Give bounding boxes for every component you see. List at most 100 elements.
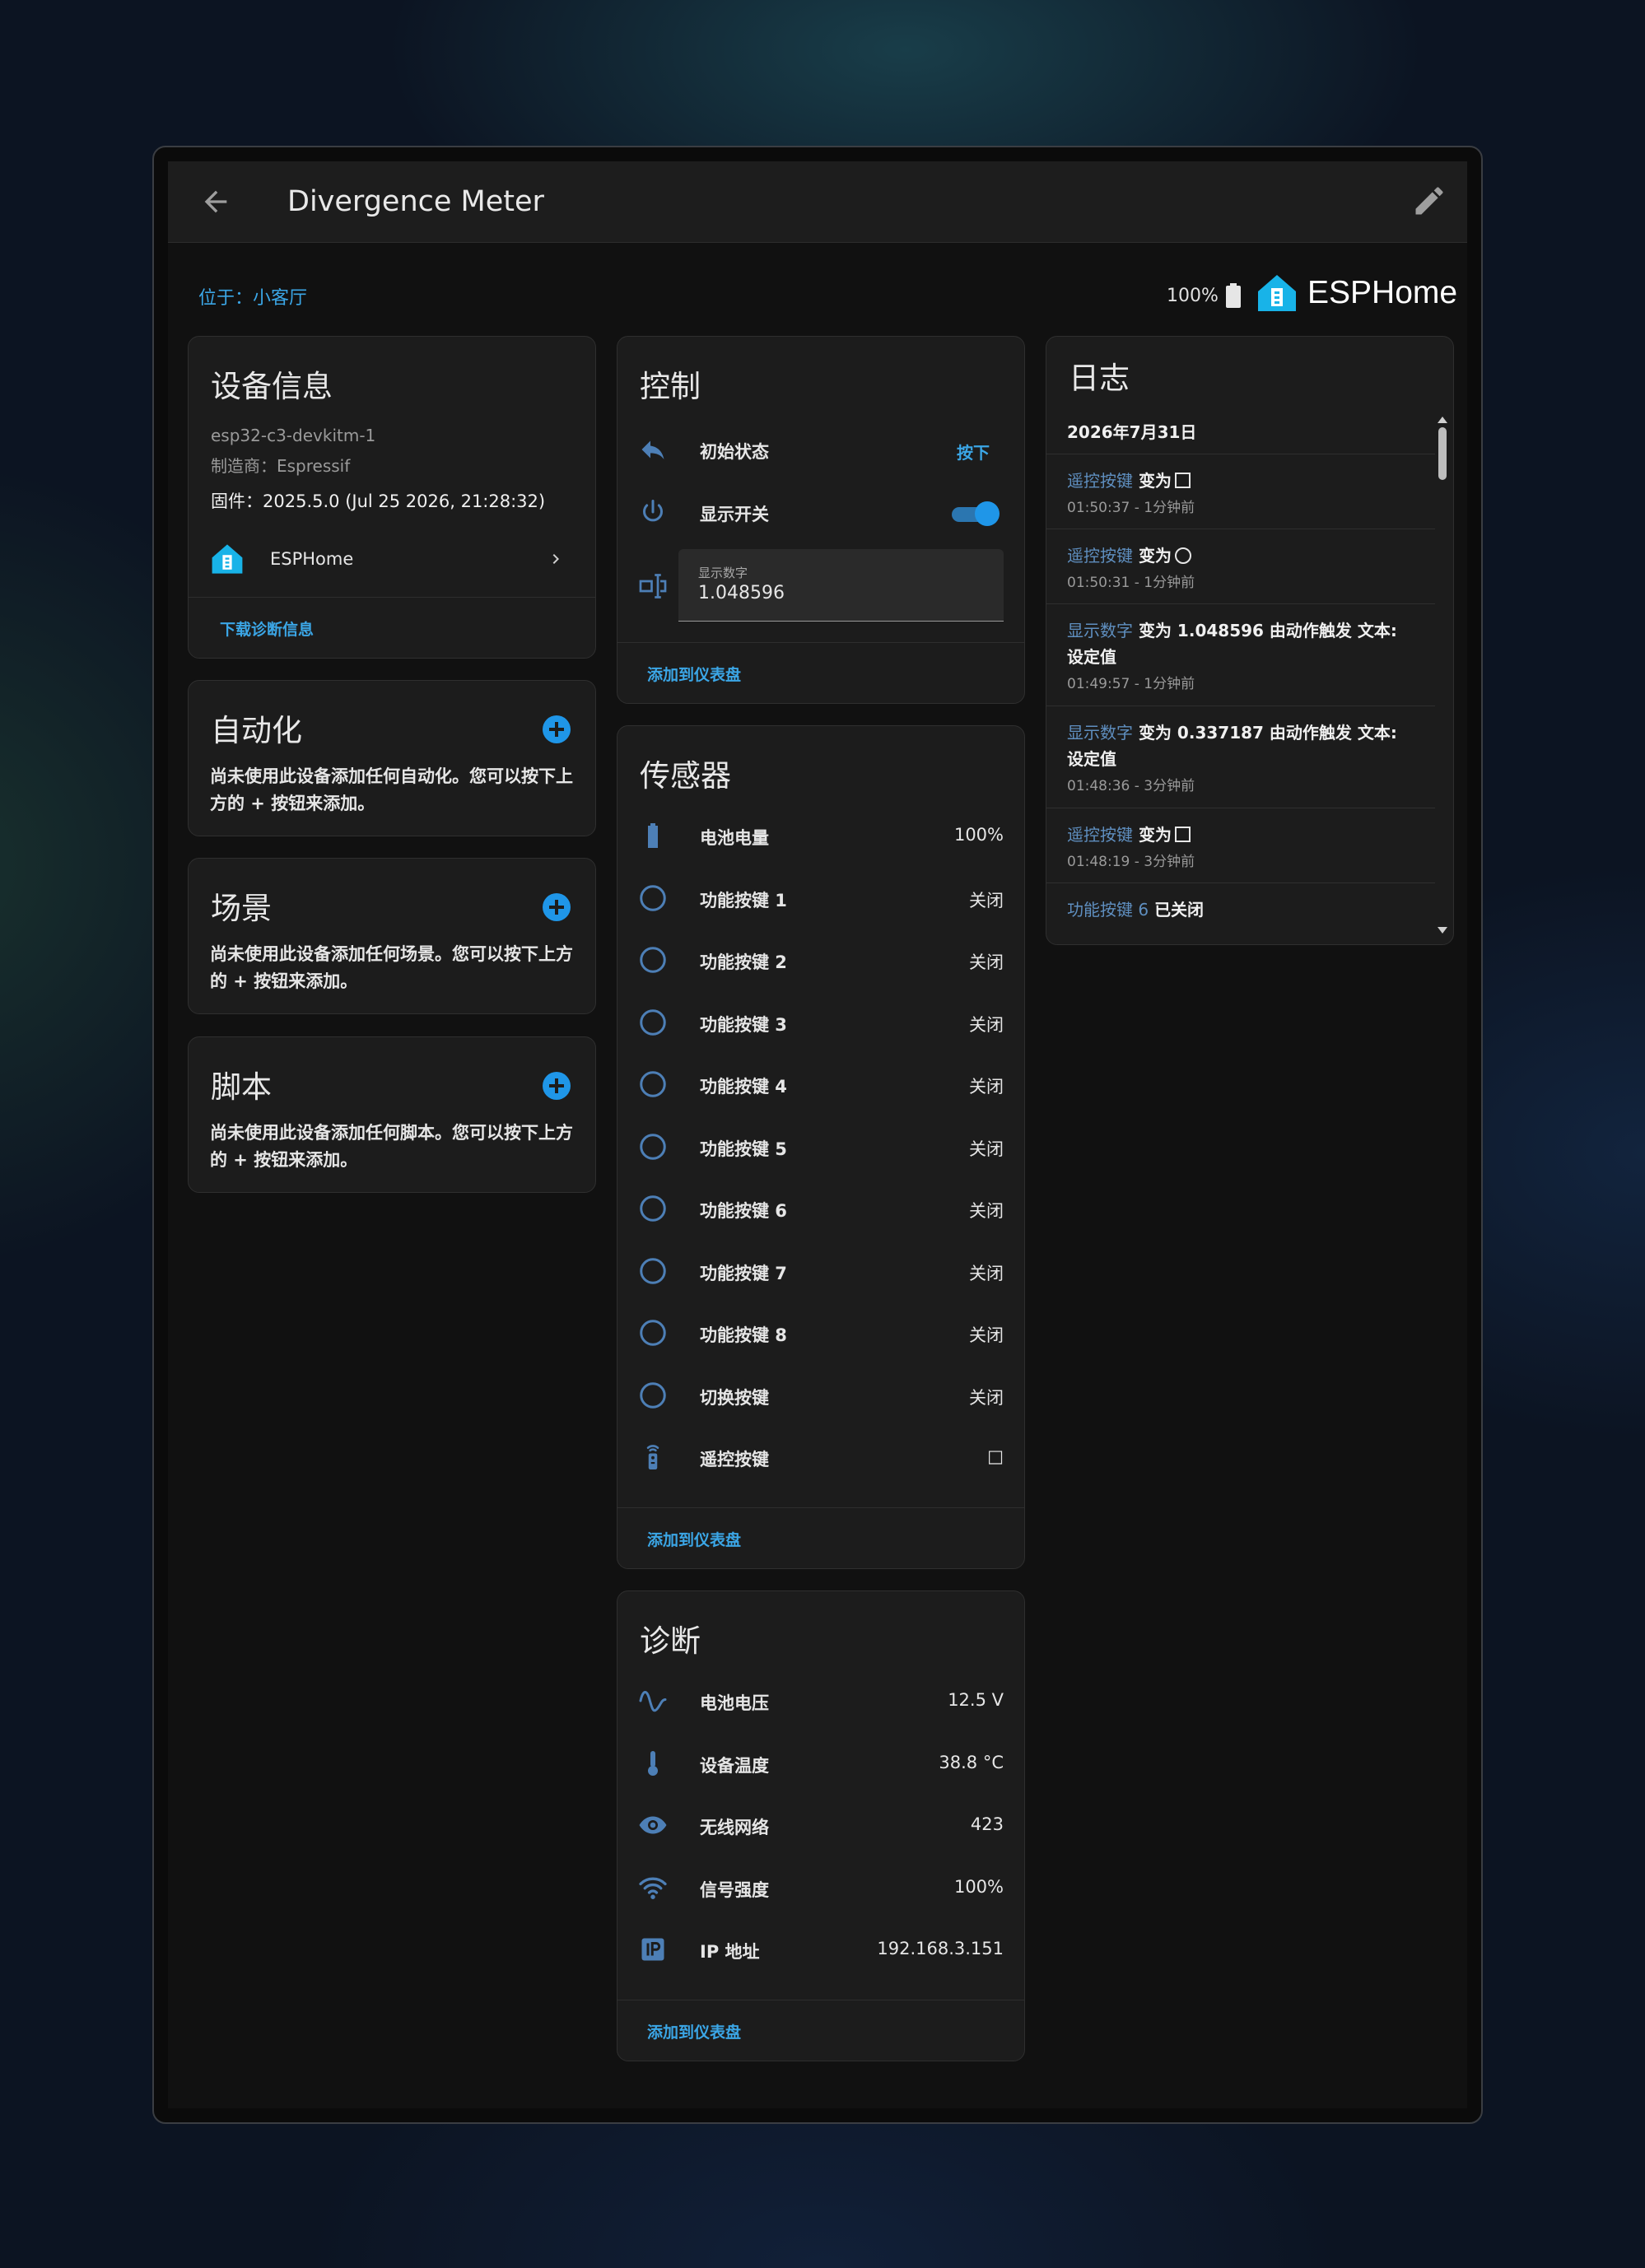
integration-name: ESPHome (270, 549, 354, 569)
log-scrollbar[interactable] (1433, 416, 1452, 934)
back-arrow-icon[interactable] (199, 185, 232, 218)
diagnostic-row[interactable]: IP 地址 192.168.3.151 (617, 1921, 1024, 1978)
log-entity-link[interactable]: 遥控按键 (1067, 825, 1133, 845)
entity-label: 设备温度 (700, 1755, 769, 1776)
battery-status: 100% (1167, 283, 1242, 308)
log-message: 遥控按键 变为 (1067, 822, 1419, 848)
add-automation-button[interactable] (543, 715, 571, 743)
log-entity-link[interactable]: 功能按键 6 (1067, 900, 1149, 920)
edit-pencil-icon[interactable] (1411, 183, 1447, 219)
sensor-row[interactable]: 切换按键 关闭 (617, 1367, 1024, 1424)
entity-label: 功能按键 2 (700, 952, 787, 972)
log-entity-link[interactable]: 遥控按键 (1067, 546, 1133, 566)
download-diagnostics-button[interactable]: 下载诊断信息 (220, 617, 314, 640)
log-entry[interactable]: 显示数字 变为 0.337187 由动作触发 文本: 设定值 01:48:36 -… (1046, 706, 1435, 808)
press-button[interactable]: 按下 (957, 440, 990, 463)
controls-title: 控制 (640, 369, 701, 404)
device-firmware: 固件：2025.5.0 (Jul 25 2026, 21:28:32) (211, 491, 546, 511)
sensor-row[interactable]: 功能按键 6 关闭 (617, 1180, 1024, 1237)
esphome-logo-icon (1258, 275, 1296, 311)
sensor-row[interactable]: 功能按键 1 关闭 (617, 869, 1024, 927)
add-to-dashboard-button[interactable]: 添加到仪表盘 (647, 663, 741, 685)
integration-row[interactable]: ESPHome (189, 531, 595, 589)
chevron-right-icon (552, 554, 559, 564)
add-scene-button[interactable] (543, 893, 571, 921)
diagnostic-row[interactable]: 设备温度 38.8 °C (617, 1735, 1024, 1792)
battery-icon (648, 823, 658, 848)
diagnostic-row[interactable]: 无线网络 423 (617, 1796, 1024, 1854)
scroll-up-arrow-icon[interactable] (1437, 416, 1448, 424)
display-number-row: 显示数字 1.048596 (617, 549, 1024, 623)
entity-value: 192.168.3.151 (877, 1939, 1004, 1958)
initial-state-row: 初始状态 按下 (617, 421, 1024, 478)
log-entry[interactable]: 遥控按键 变为 01:50:31 - 1分钟前 (1046, 529, 1435, 604)
entity-value: 38.8 °C (939, 1752, 1004, 1772)
sensor-row[interactable]: 电池电量 100% (617, 807, 1024, 864)
log-timestamp: 01:48:19 - 3分钟前 (1067, 854, 1195, 870)
diagnostics-card: 诊断 电池电压 12.5 V 设备温度 38.8 °C 无线网络 423 信号强度 100% I… (617, 1590, 1025, 2061)
log-message-text: 已关闭 (1154, 900, 1205, 920)
sensor-row[interactable]: 遥控按键 □ (617, 1428, 1024, 1486)
scrollbar-thumb[interactable] (1438, 427, 1447, 480)
entity-label: 功能按键 7 (700, 1263, 787, 1283)
display-number-label: 显示数字 (698, 566, 748, 580)
entity-label: 功能按键 6 (700, 1201, 787, 1221)
log-entry[interactable]: 遥控按键 变为 01:50:37 - 1分钟前 (1046, 454, 1435, 529)
log-entry[interactable]: 显示数字 变为 1.048596 由动作触发 文本: 设定值 01:49:57 -… (1046, 603, 1435, 706)
entity-label: 电池电量 (700, 828, 769, 848)
device-info-card: 设备信息 esp32-c3-devkitm-1 制造商：Espressif 固件… (188, 336, 596, 659)
log-message: 显示数字 变为 0.337187 由动作触发 文本: 设定值 (1067, 720, 1419, 772)
device-info-title: 设备信息 (211, 369, 333, 404)
circle-outline-icon (640, 947, 666, 973)
log-timestamp: 01:50:37 - 1分钟前 (1067, 500, 1195, 516)
card-divider (617, 642, 1024, 643)
sensor-row[interactable]: 功能按键 4 关闭 (617, 1055, 1024, 1113)
automations-card: 自动化 尚未使用此设备添加任何自动化。您可以按下上方的 + 按钮来添加。 (188, 680, 596, 836)
esphome-brand[interactable]: ESPHome (1256, 273, 1457, 313)
esphome-logo-icon (212, 544, 243, 574)
controls-card: 控制 初始状态 按下 显示开关 显示数字 1.048596 添加到仪表盘 (617, 336, 1025, 704)
log-timestamp: 01:50:31 - 1分钟前 (1067, 575, 1195, 591)
area-link[interactable]: 位于：小客厅 (198, 283, 307, 310)
add-to-dashboard-button[interactable]: 添加到仪表盘 (647, 2020, 741, 2042)
sensor-row[interactable]: 功能按键 8 关闭 (617, 1304, 1024, 1362)
log-entity-link[interactable]: 显示数字 (1067, 723, 1133, 743)
battery-icon (1225, 283, 1241, 308)
entity-label: IP 地址 (700, 1942, 760, 1962)
sensor-row[interactable]: 功能按键 2 关闭 (617, 931, 1024, 989)
automations-title: 自动化 (211, 713, 302, 748)
circle-outline-icon (640, 1071, 666, 1097)
circle-outline-icon (640, 884, 666, 911)
device-manufacturer: 制造商：Espressif (211, 456, 351, 476)
logbook-title: 日志 (1069, 361, 1130, 396)
scroll-down-arrow-icon[interactable] (1437, 926, 1448, 934)
entity-value: 关闭 (969, 1077, 1004, 1097)
display-switch-toggle[interactable] (952, 501, 1000, 526)
thermometer-icon (648, 1750, 658, 1776)
log-entity-link[interactable]: 遥控按键 (1067, 471, 1133, 491)
entity-label: 功能按键 3 (700, 1014, 787, 1035)
battery-level: 100% (1167, 285, 1219, 306)
sensor-row[interactable]: 功能按键 3 关闭 (617, 994, 1024, 1051)
entity-label: 功能按键 5 (700, 1139, 787, 1159)
add-script-button[interactable] (543, 1072, 571, 1100)
circle-outline-icon (640, 1381, 666, 1409)
diagnostic-row[interactable]: 信号强度 100% (617, 1859, 1024, 1916)
log-entity-link[interactable]: 显示数字 (1067, 621, 1133, 640)
log-message: 遥控按键 变为 (1067, 543, 1419, 569)
log-entry[interactable]: 功能按键 6 已关闭 (1046, 883, 1435, 933)
log-entry[interactable]: 遥控按键 变为 01:48:19 - 3分钟前 (1046, 808, 1435, 883)
log-message: 功能按键 6 已关闭 (1067, 896, 1419, 923)
sensor-row[interactable]: 功能按键 7 关闭 (617, 1242, 1024, 1300)
entity-value: 100% (953, 1876, 1004, 1897)
eye-icon (639, 1816, 667, 1834)
log-message-text: 变为 (1138, 825, 1172, 845)
display-number-field[interactable]: 显示数字 1.048596 (678, 549, 1004, 622)
diagnostic-row[interactable]: 电池电压 12.5 V (617, 1672, 1024, 1730)
add-to-dashboard-button[interactable]: 添加到仪表盘 (647, 1528, 741, 1550)
circle-outline-icon (640, 1320, 666, 1346)
reply-arrow-icon (641, 440, 664, 459)
page-title: Divergence Meter (287, 185, 544, 218)
entity-value: 423 (970, 1814, 1004, 1834)
sensor-row[interactable]: 功能按键 5 关闭 (617, 1118, 1024, 1176)
